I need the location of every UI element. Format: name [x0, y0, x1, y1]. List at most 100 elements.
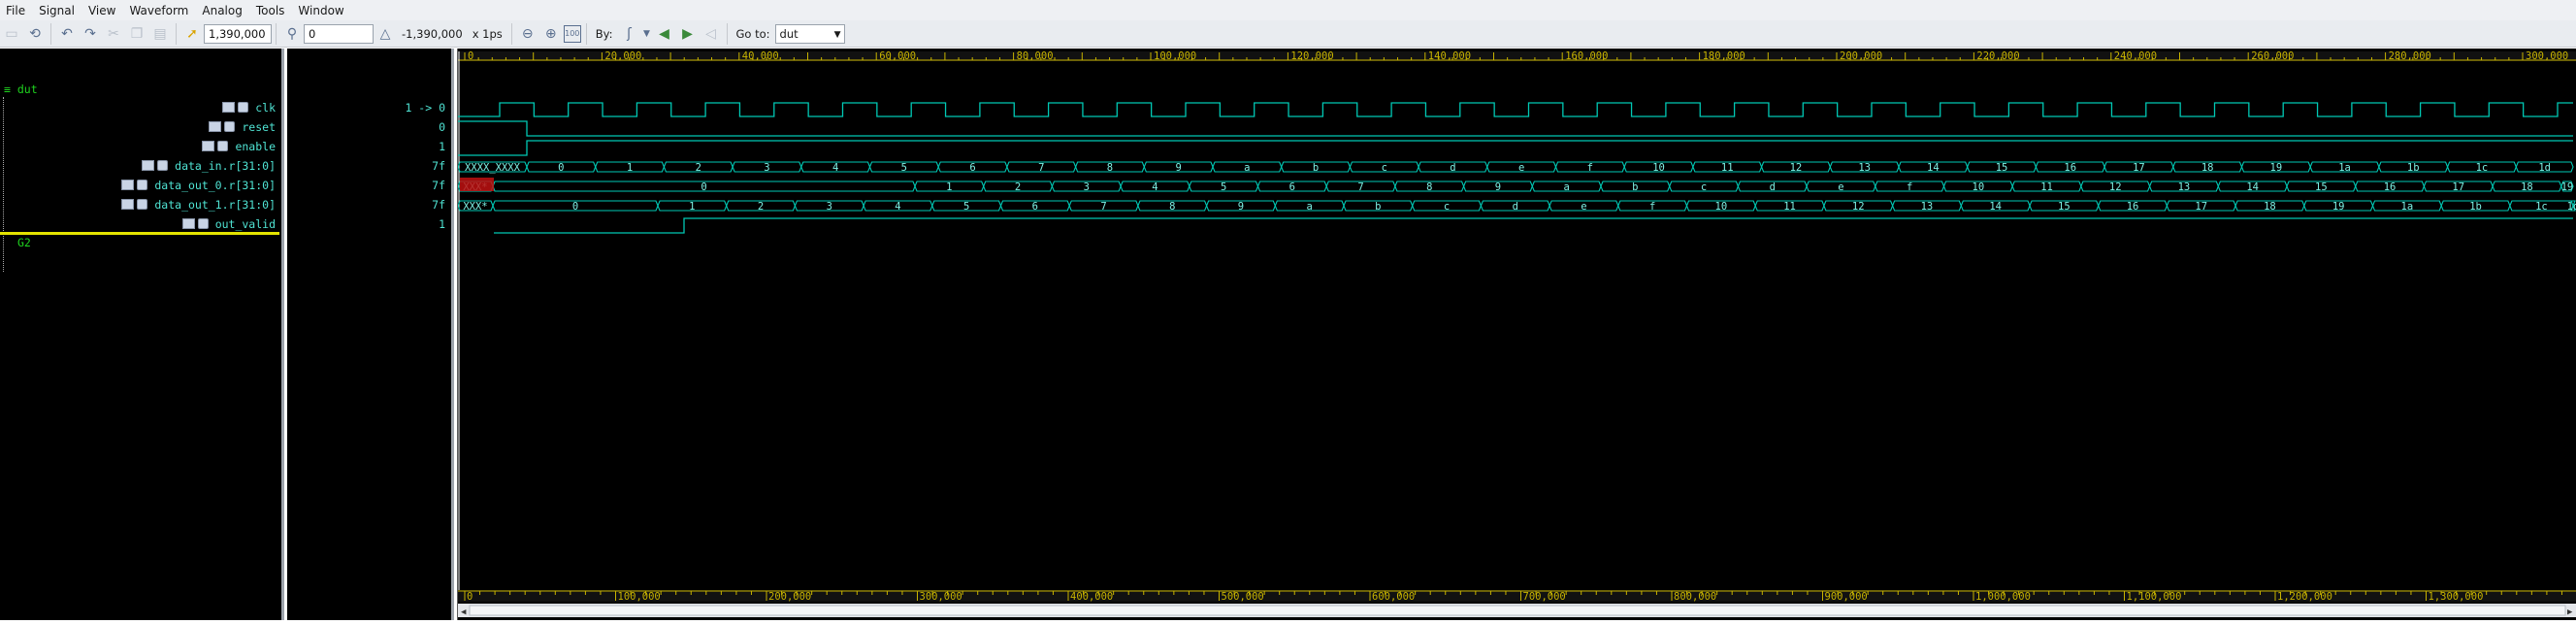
top-ruler-label: 60,000 [879, 50, 916, 62]
data-out-0-bus-value: 3 [1084, 181, 1090, 193]
bottom-ruler-label: 0 [467, 591, 473, 603]
data-out-1-bus-value: 5 [963, 201, 969, 213]
signal-bit-icon [217, 141, 229, 151]
bottom-ruler-label: 400,000 [1070, 591, 1113, 603]
group-g2[interactable]: G2 [17, 236, 31, 249]
signal-enable[interactable]: enable [202, 140, 276, 153]
data-out-1-bus-value: 13 [1921, 201, 1934, 213]
redo-icon[interactable]: ↷ [80, 23, 101, 45]
data-out-0-bus-value: 19 [2561, 181, 2574, 193]
goto-label: Go to: [735, 26, 770, 41]
data-out-0-bus-value: e [1838, 181, 1843, 193]
data-out-1-bus-value: 17 [2195, 201, 2207, 213]
data-out-0-bus-value: d [1770, 181, 1776, 193]
data-out-1-bus-value: c [1444, 201, 1450, 213]
bottom-ruler-label: 1,300,000 [2429, 591, 2484, 603]
data-in-bus-value: 11 [1721, 162, 1734, 174]
toolbar-separator [276, 22, 277, 45]
toolbar: ▭ ⟲ ↶ ↷ ✂ ❐ ▤ ➚ ⚲ △ -1,390,000 x 1ps ⊖ ⊕… [0, 20, 2576, 48]
open-file-icon[interactable]: ▭ [1, 23, 22, 45]
signal-bus-icon [137, 199, 148, 210]
menu-waveform[interactable]: Waveform [123, 4, 196, 17]
search-back-icon[interactable]: ◀ [654, 23, 675, 45]
zoom-out-icon[interactable]: ⊖ [517, 23, 538, 45]
data-out-1-bus-value: 15 [2058, 201, 2071, 213]
data-in-bus-value: d [1450, 162, 1455, 174]
cursor-tool-icon[interactable]: ➚ [181, 23, 203, 45]
cut-icon[interactable]: ✂ [103, 23, 124, 45]
menu-signal[interactable]: Signal [33, 4, 82, 17]
group-dut[interactable]: ≡ dut [4, 82, 38, 96]
signal-data-in[interactable]: data_in.r[31:0] [142, 159, 276, 173]
signal-bit-icon [238, 102, 249, 113]
top-ruler-label: 260,000 [2251, 50, 2294, 62]
signal-out-valid[interactable]: out_valid [181, 217, 276, 231]
value-reset: 0 [439, 120, 445, 134]
reset-wave [458, 120, 2573, 137]
data-in-bus-value: 16 [2064, 162, 2076, 174]
zoom-100-icon[interactable]: 100 [563, 24, 581, 43]
data-out-1-bus-value: f [1649, 201, 1655, 213]
menu-file[interactable]: File [0, 4, 33, 17]
delta-icon: △ [379, 25, 391, 42]
top-ruler-label: 40,000 [742, 50, 779, 62]
data-out-1-bus-value: 12 [1852, 201, 1865, 213]
delta-time: -1,390,000 [402, 26, 463, 41]
menu-window[interactable]: Window [292, 4, 351, 17]
chevron-down-icon[interactable]: ▼ [642, 23, 652, 45]
data-in-bus-value: 1b [2407, 162, 2420, 174]
data-out-0-bus-value: 9 [1495, 181, 1501, 193]
signal-bit-icon [197, 218, 209, 229]
top-ruler-label: 0 [468, 50, 473, 62]
paste-icon[interactable]: ▤ [149, 23, 171, 45]
signal-reset[interactable]: reset [209, 120, 276, 134]
waveform-pane[interactable]: 0 20,000 40,000 60,000 80,000 100,000 120,000 1… [457, 49, 2576, 620]
edge-search-icon[interactable]: ʃ [619, 23, 640, 45]
goto-select[interactable]: dut ▼ [774, 23, 845, 44]
search-mark-icon[interactable]: ◁ [701, 23, 722, 45]
data-in-bus-value: e [1518, 162, 1524, 174]
data-in-bus-value: 13 [1858, 162, 1871, 174]
data-out-0-bus-value: 13 [2178, 181, 2191, 193]
data-in-bus-value: f [1587, 162, 1593, 174]
bottom-ruler-label: 600,000 [1372, 591, 1415, 603]
copy-icon[interactable]: ❐ [126, 23, 147, 45]
bottom-ruler-label: 700,000 [1523, 591, 1566, 603]
data-in-bus-value: 19 [2270, 162, 2283, 174]
data-out-0-bus-value: 12 [2109, 181, 2122, 193]
data-in-bus-value: 7 [1038, 162, 1044, 174]
wave-type-icon [121, 180, 135, 190]
bottom-ruler-label: 100,000 [618, 591, 661, 603]
signal-data-out-1[interactable]: data_out_1.r[31:0] [121, 198, 276, 212]
waveform-canvas[interactable]: 0 20,000 40,000 60,000 80,000 100,000 120,000 1… [457, 49, 2576, 620]
zoom-in-icon[interactable]: ⊕ [540, 23, 562, 45]
data-in-bus-value: 6 [969, 162, 975, 174]
menu-view[interactable]: View [82, 4, 123, 17]
data-out-1-bus-value: 10 [1715, 201, 1728, 213]
signal-data-out-0[interactable]: data_out_0.r[31:0] [121, 179, 276, 192]
data-out-1-bus-value: 16 [2127, 201, 2139, 213]
search-forward-icon[interactable]: ▶ [677, 23, 699, 45]
data-in-bus-value: 14 [1927, 162, 1940, 174]
value-data-in: 7f [432, 159, 445, 173]
out-valid-wave [494, 217, 2573, 234]
data-out-1-bus-value: 0 [572, 201, 578, 213]
bottom-ruler-label: 900,000 [1825, 591, 1868, 603]
menu-analog[interactable]: Analog [196, 4, 249, 17]
reload-icon[interactable]: ⟲ [24, 23, 46, 45]
wave-type-icon [222, 102, 236, 113]
data-out-0-bus-value: 0 [701, 181, 706, 193]
undo-icon[interactable]: ↶ [56, 23, 78, 45]
data-out-1-bus-value: 7 [1100, 201, 1106, 213]
clk-wave [458, 102, 2573, 117]
data-out-1-bus-value: 8 [1169, 201, 1175, 213]
cursor-time-input[interactable] [204, 23, 272, 44]
top-ruler-label: 240,000 [2114, 50, 2157, 62]
top-ruler-label: 20,000 [604, 50, 641, 62]
wave-type-icon [202, 141, 215, 151]
marker-icon[interactable]: ⚲ [281, 23, 303, 45]
tree-line [3, 97, 11, 272]
menu-tools[interactable]: Tools [250, 4, 293, 17]
signal-clk[interactable]: clk [222, 101, 276, 115]
marker-time-input[interactable] [304, 23, 374, 44]
